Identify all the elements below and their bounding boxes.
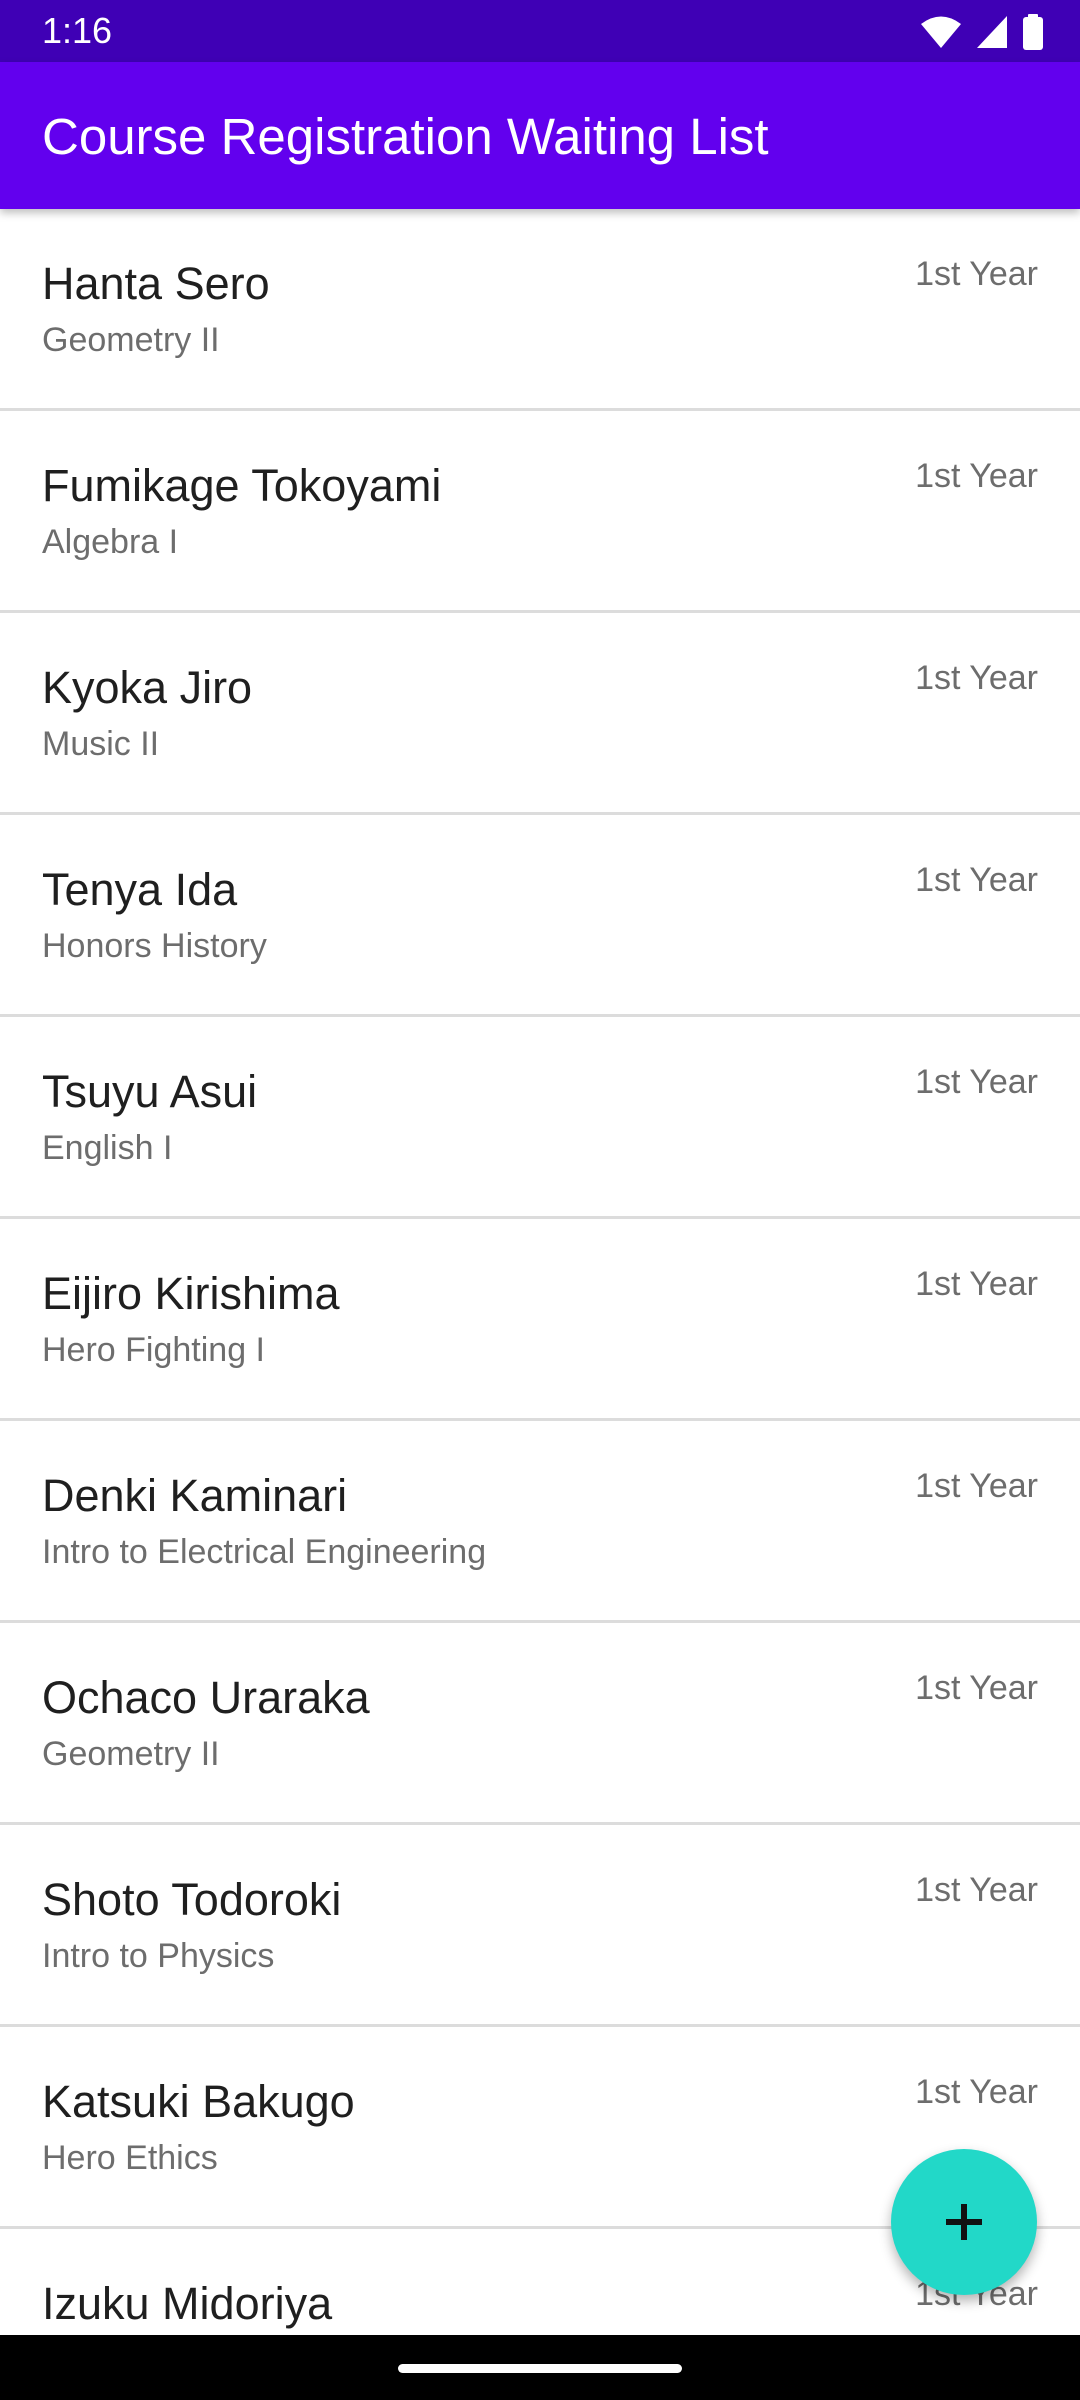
year-label: 1st Year [915,457,1038,495]
course-name: Intro to Electrical Engineering [42,1533,487,1571]
app-bar: Course Registration Waiting List [0,62,1080,209]
list-item[interactable]: Shoto Todoroki Intro to Physics 1st Year [0,1825,1080,2027]
navigation-bar [0,2335,1080,2400]
battery-icon [1023,14,1043,50]
student-name: Tenya Ida [42,864,238,915]
course-name: Hero Fighting I [42,1331,265,1369]
list-item[interactable]: Hanta Sero Geometry II 1st Year [0,209,1080,411]
student-name: Katsuki Bakugo [42,2076,355,2127]
student-name: Izuku Midoriya [42,2278,333,2329]
list-item[interactable]: Fumikage Tokoyami Algebra I 1st Year [0,411,1080,613]
wifi-icon [921,16,961,48]
cellular-signal-icon [977,16,1007,48]
add-entry-button[interactable] [891,2149,1037,2295]
course-name: Music II [42,725,160,763]
student-name: Kyoka Jiro [42,662,253,713]
student-name: Hanta Sero [42,258,270,309]
list-item[interactable]: Denki Kaminari Intro to Electrical Engin… [0,1421,1080,1623]
student-name: Fumikage Tokoyami [42,460,442,511]
student-name: Eijiro Kirishima [42,1268,340,1319]
year-label: 1st Year [915,1467,1038,1505]
year-label: 1st Year [915,1265,1038,1303]
student-name: Denki Kaminari [42,1470,348,1521]
course-name: Intro to Physics [42,1937,275,1975]
year-label: 1st Year [915,1063,1038,1101]
year-label: 1st Year [915,1669,1038,1707]
student-name: Ochaco Uraraka [42,1672,370,1723]
year-label: 1st Year [915,2073,1038,2111]
list-item[interactable]: Kyoka Jiro Music II 1st Year [0,613,1080,815]
student-name: Shoto Todoroki [42,1874,342,1925]
list-item[interactable]: Eijiro Kirishima Hero Fighting I 1st Yea… [0,1219,1080,1421]
course-name: Hero Ethics [42,2139,218,2177]
waiting-list[interactable]: Hanta Sero Geometry II 1st Year Fumikage… [0,209,1080,2335]
course-name: Geometry II [42,321,220,359]
course-name: English I [42,1129,173,1167]
year-label: 1st Year [915,1871,1038,1909]
status-icons [920,12,1044,52]
course-name: Honors History [42,927,267,965]
page-title: Course Registration Waiting List [42,108,769,165]
year-label: 1st Year [915,659,1038,697]
course-name: Geometry II [42,1735,220,1773]
year-label: 1st Year [915,255,1038,293]
list-item[interactable]: Ochaco Uraraka Geometry II 1st Year [0,1623,1080,1825]
course-name: Algebra I [42,523,179,561]
list-item[interactable]: Tenya Ida Honors History 1st Year [0,815,1080,1017]
student-name: Tsuyu Asui [42,1066,258,1117]
year-label: 1st Year [915,861,1038,899]
status-time: 1:16 [42,10,113,51]
plus-icon [946,2204,982,2240]
status-bar: 1:16 [0,0,1080,62]
list-item[interactable]: Tsuyu Asui English I 1st Year [0,1017,1080,1219]
home-gesture-handle[interactable] [398,2364,682,2373]
